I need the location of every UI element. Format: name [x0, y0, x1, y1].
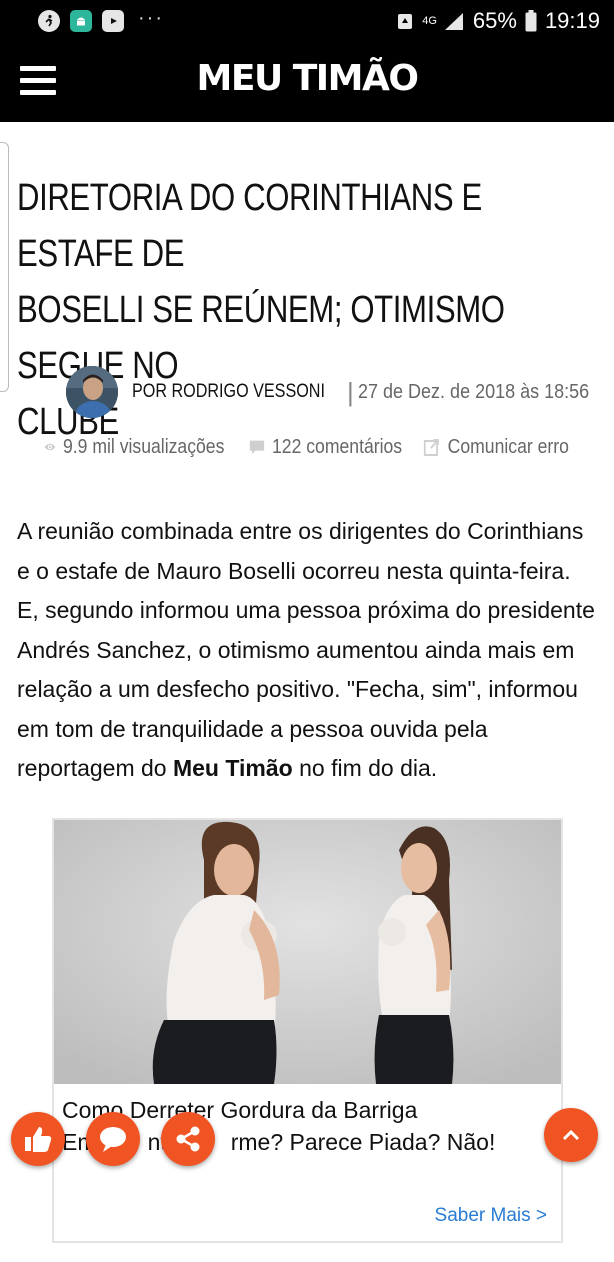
body-text: no fim do dia.: [292, 755, 438, 781]
clock: 19:19: [544, 8, 600, 33]
chevron-up-icon: [562, 1129, 580, 1141]
report-icon: [423, 439, 439, 456]
headline-line: DIRETORIA DO CORINTHIANS E ESTAFE DE: [17, 177, 482, 275]
app-bar: MEU TIMÃO: [0, 42, 614, 122]
signal-icon: [444, 13, 463, 30]
body-text: reportagem do: [17, 755, 173, 781]
author-row: POR RODRIGO VESSONI | 27 de Dez. de 2018…: [66, 366, 614, 418]
battery-icon: [525, 10, 537, 32]
more-notifications: ···: [138, 6, 164, 29]
edge-panel-handle[interactable]: [0, 142, 9, 392]
android-icon: [70, 10, 92, 32]
site-logo[interactable]: MEU TIMÃO: [0, 58, 614, 99]
like-button[interactable]: [11, 1112, 65, 1166]
share-button[interactable]: [161, 1112, 215, 1166]
ad-title-line: Como Derreter Gordura da Barriga: [62, 1097, 418, 1123]
scroll-to-top-button[interactable]: [544, 1108, 598, 1162]
battery-percent: 65%: [472, 8, 517, 33]
views-count: 9.9 mil visualizações: [62, 435, 225, 458]
body-line: E, segundo informou uma pessoa próxima d…: [17, 597, 595, 623]
author-avatar[interactable]: [66, 366, 118, 418]
body-line: em tom de tranquilidade a pessoa ouvida …: [17, 715, 488, 742]
comments-stat[interactable]: 122 comentários: [249, 436, 402, 459]
status-bar-left: ···: [38, 6, 164, 32]
body-line: A reunião combinada entre os dirigentes …: [17, 518, 584, 544]
youtube-icon: [102, 10, 124, 32]
article-body: A reunião combinada entre os dirigentes …: [17, 512, 607, 789]
sponsored-ad-card[interactable]: Como Derreter Gordura da Barriga Em nto …: [52, 818, 563, 1243]
body-line: Andrés Sanchez, o otimismo aumentou aind…: [17, 636, 575, 663]
runner-icon: [38, 10, 60, 32]
body-line: relação a um desfecho positivo. "Fecha, …: [17, 676, 578, 702]
comments-count: 122 comentários: [271, 435, 403, 458]
share-icon: [176, 1126, 200, 1152]
article-stats: 9.9 mil visualizações 122 comentários Co…: [44, 432, 611, 462]
views-stat: 9.9 mil visualizações: [44, 436, 224, 459]
author-date-separator: |: [346, 376, 354, 407]
report-error-label: Comunicar erro: [447, 435, 569, 458]
ad-image[interactable]: [54, 820, 561, 1084]
ad-learn-more-link[interactable]: Saber Mais >: [435, 1205, 547, 1227]
status-bar-right: 4G 65% 19:19: [396, 8, 600, 34]
recycle-icon: [398, 14, 413, 29]
thumbs-up-icon: [25, 1127, 52, 1152]
eye-icon: [44, 443, 56, 451]
report-error-link[interactable]: Comunicar erro: [423, 436, 569, 459]
author-name[interactable]: POR RODRIGO VESSONI: [132, 381, 325, 403]
comment-icon: [100, 1127, 126, 1152]
body-line-last: reportagem do Meu Timão no fim do dia.: [17, 749, 607, 789]
status-bar: ··· 4G 65% 19:19: [0, 0, 614, 42]
body-line: e o estafe de Mauro Boselli ocorreu nest…: [17, 557, 571, 584]
brand-mention: Meu Timão: [172, 755, 293, 781]
publish-date: 27 de Dez. de 2018 às 18:56: [357, 380, 589, 403]
network-type: 4G: [422, 14, 437, 27]
comment-button[interactable]: [86, 1112, 140, 1166]
comment-bubble-icon: [249, 440, 265, 455]
